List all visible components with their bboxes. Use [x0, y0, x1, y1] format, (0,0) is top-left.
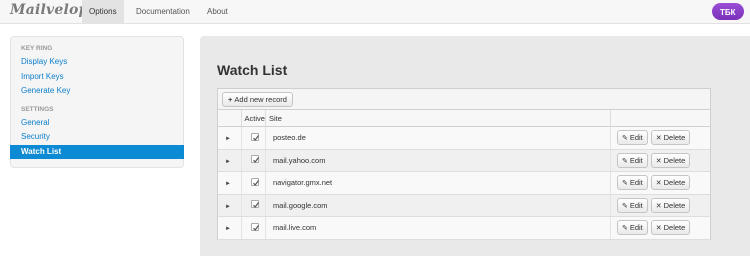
active-checkbox[interactable] [250, 177, 259, 186]
delete-button[interactable]: ✕ Delete [650, 220, 691, 236]
svg-text:ТБК: ТБК [720, 8, 736, 16]
sidebar-item-generate-key[interactable]: Generate Key [11, 84, 183, 99]
main-panel: Watch List + Add new record Active Site ► [200, 36, 750, 256]
lock-icon: ТБК [720, 8, 736, 16]
sidebar-item-general[interactable]: General [11, 116, 183, 131]
delete-button[interactable]: ✕ Delete [650, 152, 691, 168]
active-checkbox[interactable] [250, 200, 259, 209]
add-record-button[interactable]: + Add new record [222, 92, 293, 107]
column-header-expand [218, 109, 241, 127]
pencil-icon: ✎ [621, 135, 628, 143]
plus-icon: + [228, 95, 233, 104]
active-checkbox[interactable] [250, 222, 259, 231]
pencil-icon: ✎ [621, 157, 628, 165]
close-icon: ✕ [655, 202, 662, 210]
edit-label: Edit [629, 178, 643, 188]
delete-button[interactable]: ✕ Delete [650, 130, 691, 146]
expand-row-icon[interactable]: ► [221, 226, 231, 232]
security-indicator-button[interactable]: ТБК [712, 3, 744, 20]
add-record-label: Add new record [234, 95, 287, 104]
edit-button[interactable]: ✎ Edit [616, 197, 648, 213]
delete-button[interactable]: ✕ Delete [650, 175, 691, 191]
edit-label: Edit [629, 200, 643, 210]
site-domain: mail.yahoo.com [272, 155, 326, 165]
tab-about[interactable]: About [200, 0, 235, 24]
sidebar-header-key-ring: KEY RING [21, 45, 53, 52]
sidebar-item-security[interactable]: Security [11, 130, 183, 145]
table-header-row: Active Site [218, 109, 710, 127]
pencil-icon: ✎ [621, 202, 628, 210]
edit-button[interactable]: ✎ Edit [616, 130, 648, 146]
tab-options[interactable]: Options [82, 0, 124, 24]
site-domain: mail.google.com [272, 200, 328, 210]
close-icon: ✕ [655, 225, 662, 233]
table-row: ► mail.yahoo.com ✎ Edit ✕ Delete [218, 149, 710, 172]
site-domain: mail.live.com [272, 223, 317, 233]
table-toolbar: + Add new record [218, 89, 710, 109]
close-icon: ✕ [655, 135, 662, 143]
sidebar-item-import-keys[interactable]: Import Keys [11, 70, 183, 85]
checkmark-icon [252, 134, 259, 141]
column-header-site: Site [264, 109, 611, 127]
close-icon: ✕ [655, 157, 662, 165]
sidebar-item-watch-list[interactable]: Watch List [10, 144, 184, 159]
edit-button[interactable]: ✎ Edit [616, 220, 648, 236]
top-navbar: Mailvelope Options Documentation About Т… [0, 0, 750, 24]
delete-button[interactable]: ✕ Delete [650, 197, 691, 213]
edit-button[interactable]: ✎ Edit [616, 175, 648, 191]
delete-label: Delete [663, 178, 686, 188]
expand-row-icon[interactable]: ► [221, 204, 231, 210]
sidebar-header-settings: SETTINGS [21, 105, 54, 113]
expand-row-icon[interactable]: ► [221, 136, 231, 142]
close-icon: ✕ [655, 180, 662, 188]
delete-label: Delete [663, 223, 686, 233]
checkmark-icon [252, 224, 259, 231]
expand-row-icon[interactable]: ► [221, 181, 231, 187]
page-title: Watch List [217, 62, 288, 78]
tab-documentation[interactable]: Documentation [129, 0, 197, 24]
column-header-active: Active [240, 109, 266, 127]
delete-label: Delete [663, 133, 686, 143]
active-checkbox[interactable] [250, 155, 259, 164]
edit-label: Edit [629, 133, 643, 143]
pencil-icon: ✎ [621, 180, 628, 188]
delete-label: Delete [663, 200, 686, 210]
table-row: ► mail.google.com ✎ Edit ✕ Delete [218, 194, 710, 217]
checkmark-icon [252, 202, 259, 209]
table-row: ► mail.live.com ✎ Edit ✕ Delete [218, 216, 710, 240]
edit-button[interactable]: ✎ Edit [616, 152, 648, 168]
edit-label: Edit [629, 155, 643, 165]
sidebar-item-display-keys[interactable]: Display Keys [11, 55, 183, 70]
pencil-icon: ✎ [621, 225, 628, 233]
sidebar: KEY RING Display Keys Import Keys Genera… [10, 36, 184, 168]
watch-list-table: Active Site ► posteo.de ✎ Edit ✕ Delete ► m… [218, 109, 710, 240]
table-row: ► posteo.de ✎ Edit ✕ Delete [218, 126, 710, 150]
active-checkbox[interactable] [250, 132, 259, 141]
column-header-actions [609, 109, 710, 127]
site-domain: navigator.gmx.net [272, 178, 333, 188]
edit-label: Edit [629, 223, 643, 233]
watch-list-table-container: + Add new record Active Site ► posteo.de … [217, 88, 711, 240]
site-domain: posteo.de [272, 133, 306, 143]
expand-row-icon[interactable]: ► [221, 159, 231, 165]
checkmark-icon [252, 157, 259, 164]
table-row: ► navigator.gmx.net ✎ Edit ✕ Delete [218, 171, 710, 195]
checkmark-icon [252, 179, 259, 186]
delete-label: Delete [663, 155, 686, 165]
